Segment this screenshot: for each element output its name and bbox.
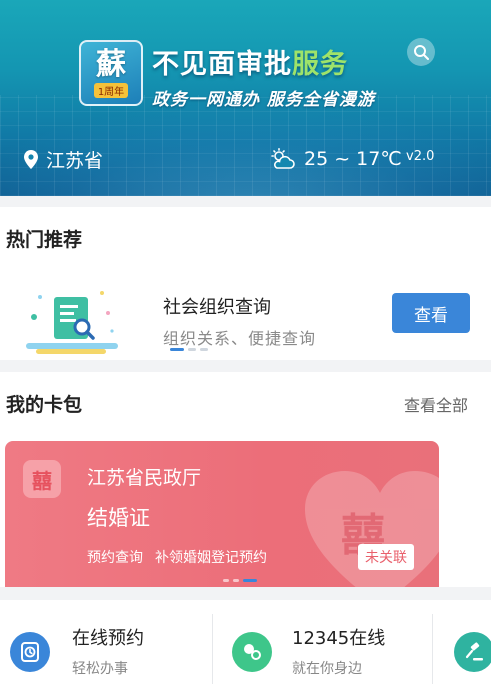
service-more[interactable] <box>432 600 491 695</box>
version-label: v2.0 <box>406 149 435 164</box>
logo-char: 蘇 <box>96 46 126 82</box>
my-wallet-section: 我的卡包 查看全部 囍 囍 江苏省民政厅 结婚证 预约查询 补领婚姻登记预约 未… <box>0 372 491 587</box>
link-status-badge[interactable]: 未关联 <box>358 544 414 570</box>
document-search-illustration <box>26 291 118 354</box>
location-label: 江苏省 <box>46 149 104 172</box>
service-subtitle: 轻松办事 <box>72 661 128 677</box>
bubbles-icon <box>232 632 272 672</box>
marriage-certificate-card[interactable]: 囍 囍 江苏省民政厅 结婚证 预约查询 补领婚姻登记预约 未关联 <box>5 441 439 587</box>
location-selector[interactable]: 江苏省 <box>24 146 103 172</box>
service-title: 在线预约 <box>72 628 144 649</box>
search-button[interactable] <box>407 38 435 66</box>
pager-dot <box>233 579 239 582</box>
app-logo: 蘇 1周年 <box>79 40 143 106</box>
card-action-link[interactable]: 补领婚姻登记预约 <box>155 547 267 567</box>
app-title: 不见面审批服务 <box>152 42 348 81</box>
pager-dot-active <box>243 579 257 582</box>
clock-icon <box>10 632 50 672</box>
card-issuer: 江苏省民政厅 <box>87 467 202 489</box>
hot-section-title: 热门推荐 <box>6 229 83 251</box>
search-icon <box>414 45 429 60</box>
app-title-main: 不见面审批 <box>152 49 292 80</box>
see-all-link[interactable]: 查看全部 <box>404 392 468 416</box>
weather-cloud-sun-icon <box>271 148 295 169</box>
app-title-accent: 服务 <box>292 49 348 80</box>
location-pin-icon <box>24 149 38 169</box>
service-title: 12345在线 <box>292 628 386 649</box>
app-slogan: 政务一网通办 服务全省漫游 <box>152 90 375 110</box>
wallet-section-title: 我的卡包 <box>6 394 83 416</box>
card-action-link[interactable]: 预约查询 <box>87 547 143 567</box>
weather-temp: 25 ~ 17℃ <box>304 148 402 170</box>
card-actions: 预约查询 补领婚姻登记预约 <box>87 547 267 567</box>
gavel-icon <box>454 632 491 672</box>
header-banner: 蘇 1周年 不见面审批服务 政务一网通办 服务全省漫游 江苏省 25 ~ 17℃… <box>0 0 491 196</box>
pager-dot-active <box>170 348 184 351</box>
services-row: 在线预约 轻松办事 12345在线 就在你身边 <box>0 600 491 695</box>
promo-subtitle: 组织关系、便捷查询 <box>163 329 317 348</box>
service-subtitle: 就在你身边 <box>292 661 362 677</box>
double-happiness-icon: 囍 <box>23 460 61 498</box>
service-online-booking[interactable]: 在线预约 轻松办事 <box>0 600 212 695</box>
weather-info: 25 ~ 17℃ <box>270 146 402 172</box>
view-button[interactable]: 查看 <box>392 293 470 333</box>
promo-title[interactable]: 社会组织查询 <box>163 293 271 319</box>
pager-dot <box>188 348 196 351</box>
promo-pager <box>170 348 208 351</box>
service-12345-online[interactable]: 12345在线 就在你身边 <box>212 600 432 695</box>
pager-dot <box>200 348 208 351</box>
pager-dot <box>223 579 229 582</box>
card-pager <box>223 579 257 582</box>
hot-recommend-section: 热门推荐 社会组织查询 组织关系、便捷查询 查看 <box>0 207 491 360</box>
logo-anniversary: 1周年 <box>93 82 129 98</box>
card-name: 结婚证 <box>87 506 150 530</box>
